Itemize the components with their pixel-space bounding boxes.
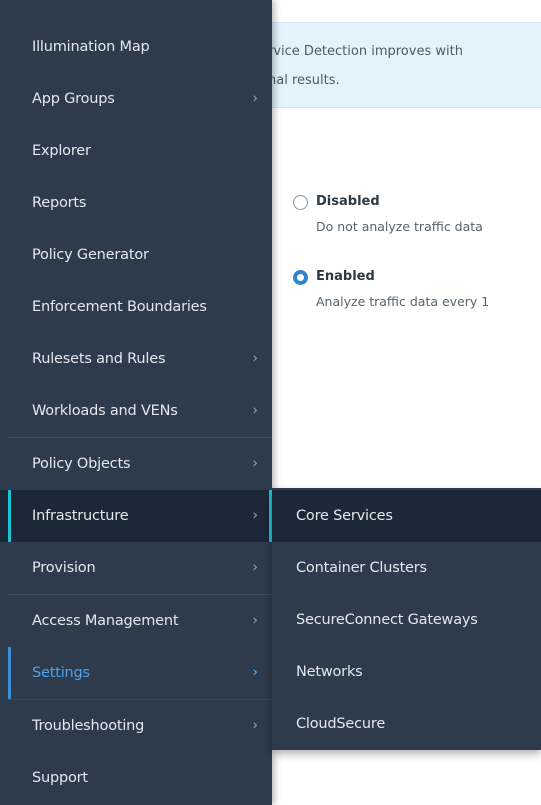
option-description: Analyze traffic data every 1 <box>316 294 490 309</box>
menu-item-label: Policy Generator <box>32 247 149 263</box>
menu-item-label: Settings <box>32 665 90 681</box>
menu-item-support[interactable]: Support <box>0 752 272 804</box>
menu-item-policy-generator[interactable]: Policy Generator <box>0 229 272 281</box>
infrastructure-submenu: Core Services Container Clusters SecureC… <box>272 488 541 750</box>
menu-item-settings[interactable]: Settings › <box>0 647 272 699</box>
menu-item-policy-objects[interactable]: Policy Objects › <box>0 438 272 490</box>
menu-item-rulesets-and-rules[interactable]: Rulesets and Rules › <box>0 333 272 385</box>
chevron-right-icon: › <box>252 664 258 681</box>
disabled-radio[interactable] <box>293 195 308 210</box>
banner-text-line1: rvice Detection improves with <box>268 44 463 59</box>
submenu-item-label: Core Services <box>296 508 393 524</box>
submenu-item-label: Container Clusters <box>296 560 427 576</box>
menu-item-label: Rulesets and Rules <box>32 351 166 367</box>
option-disabled[interactable]: Disabled Do not analyze traffic data <box>292 193 541 241</box>
menu-item-illumination-map[interactable]: Illumination Map <box>0 21 272 73</box>
menu-item-label: Reports <box>32 195 87 211</box>
menu-item-provision[interactable]: Provision › <box>0 542 272 594</box>
submenu-item-core-services[interactable]: Core Services <box>272 490 541 542</box>
submenu-item-label: Networks <box>296 664 363 680</box>
menu-item-label: Policy Objects <box>32 456 131 472</box>
menu-item-label: Workloads and VENs <box>32 403 178 419</box>
menu-item-infrastructure[interactable]: Infrastructure › <box>0 490 272 542</box>
menu-item-label: App Groups <box>32 91 115 107</box>
chevron-right-icon: › <box>252 350 258 367</box>
menu-item-label: Support <box>32 770 88 786</box>
chevron-right-icon: › <box>252 717 258 734</box>
submenu-item-label: SecureConnect Gateways <box>296 612 478 628</box>
chevron-right-icon: › <box>252 559 258 576</box>
option-title: Disabled <box>316 194 380 209</box>
option-enabled[interactable]: Enabled Analyze traffic data every 1 <box>292 268 541 316</box>
chevron-right-icon: › <box>252 455 258 472</box>
submenu-item-container-clusters[interactable]: Container Clusters <box>272 542 541 594</box>
menu-item-label: Troubleshooting <box>32 718 145 734</box>
chevron-right-icon: › <box>252 402 258 419</box>
chevron-right-icon: › <box>252 612 258 629</box>
chevron-right-icon: › <box>252 507 258 524</box>
menu-item-access-management[interactable]: Access Management › <box>0 595 272 647</box>
menu-item-app-groups[interactable]: App Groups › <box>0 73 272 125</box>
option-description: Do not analyze traffic data <box>316 219 483 234</box>
submenu-item-label: CloudSecure <box>296 716 386 732</box>
chevron-right-icon: › <box>252 90 258 107</box>
menu-item-workloads-and-vens[interactable]: Workloads and VENs › <box>0 385 272 437</box>
main-nav-menu: Illumination Map App Groups › Explorer R… <box>0 0 272 805</box>
menu-item-explorer[interactable]: Explorer <box>0 125 272 177</box>
submenu-item-secureconnect-gateways[interactable]: SecureConnect Gateways <box>272 594 541 646</box>
menu-item-label: Provision <box>32 560 96 576</box>
banner-text-line2: nal results. <box>268 73 340 88</box>
menu-item-label: Explorer <box>32 143 91 159</box>
enabled-radio[interactable] <box>293 270 308 285</box>
info-banner: rvice Detection improves with nal result… <box>266 22 541 108</box>
menu-item-label: Illumination Map <box>32 39 150 55</box>
menu-item-enforcement-boundaries[interactable]: Enforcement Boundaries <box>0 281 272 333</box>
menu-item-label: Infrastructure <box>32 508 129 524</box>
option-title: Enabled <box>316 269 375 284</box>
submenu-item-cloudsecure[interactable]: CloudSecure <box>272 698 541 750</box>
menu-item-label: Access Management <box>32 613 179 629</box>
menu-item-troubleshooting[interactable]: Troubleshooting › <box>0 700 272 752</box>
submenu-item-networks[interactable]: Networks <box>272 646 541 698</box>
menu-item-reports[interactable]: Reports <box>0 177 272 229</box>
menu-item-label: Enforcement Boundaries <box>32 299 207 315</box>
